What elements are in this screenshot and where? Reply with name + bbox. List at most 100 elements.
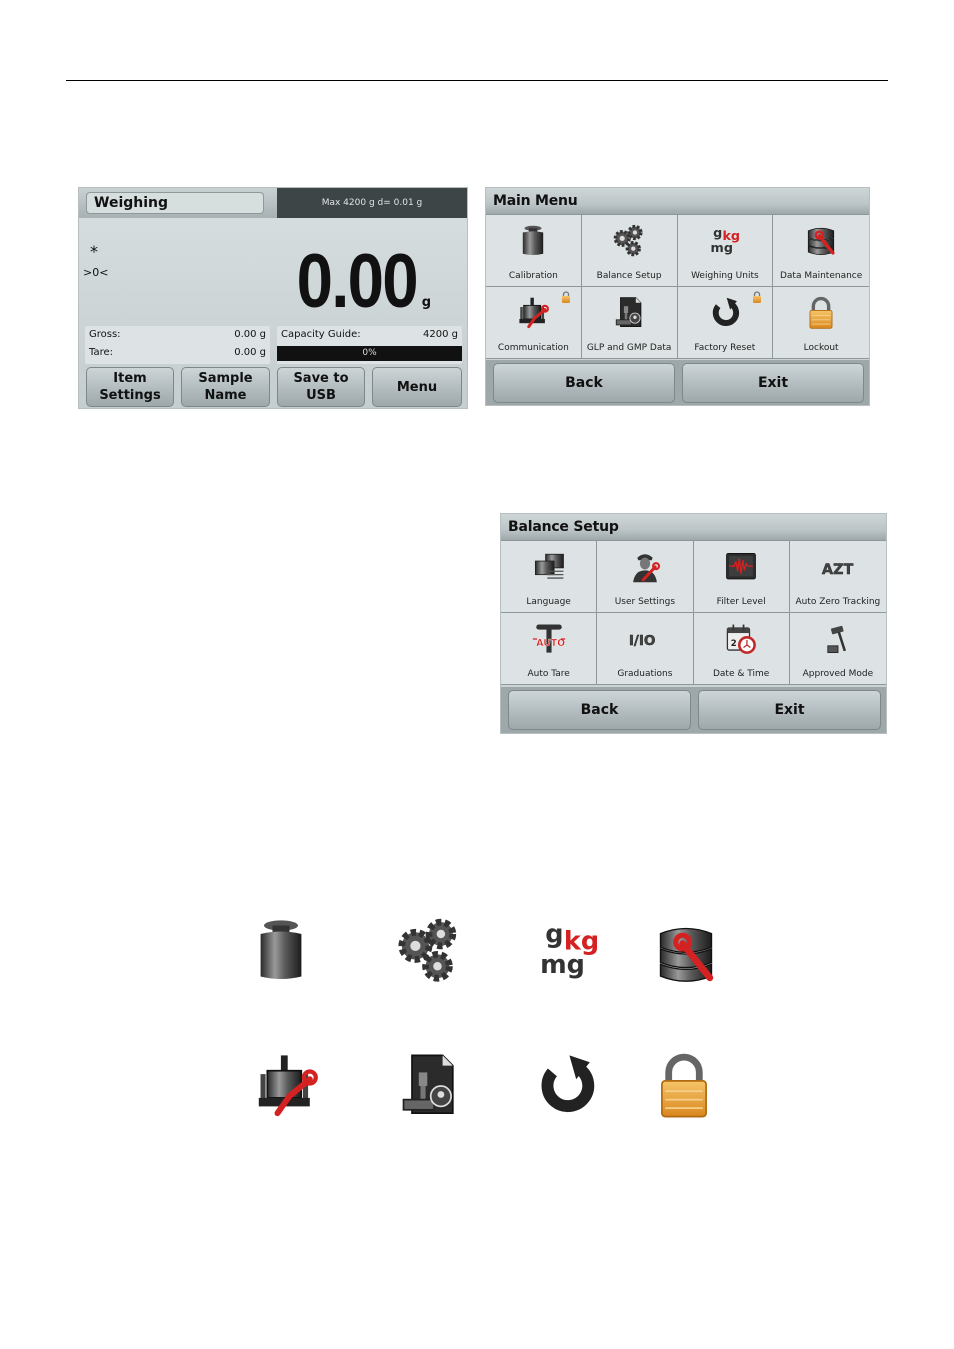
main-menu-grid: Calibration Balance Setup Weighing Units… [486, 215, 869, 359]
capacity-value: 4200 g [423, 329, 458, 340]
sample-name-button[interactable]: Sample Name [181, 367, 270, 407]
gross-value: 0.00 g [234, 329, 266, 340]
database-wrench-icon [650, 918, 722, 990]
setup-item-graduations[interactable]: Graduations [597, 613, 694, 685]
main-menu-screen: Main Menu Calibration Balance Setup Weig… [485, 187, 870, 406]
button-label-line2: USB [306, 388, 336, 403]
graduations-icon [625, 619, 665, 659]
azt-icon [818, 547, 858, 587]
button-label-line2: Name [204, 388, 247, 403]
setup-item-date-time[interactable]: Date & Time [693, 613, 790, 685]
menu-item-lockout[interactable]: Lockout [773, 287, 869, 359]
weighing-button-row: Item Settings Sample Name Save to USB Menu [79, 364, 467, 408]
button-label-line1: Save to [293, 371, 349, 386]
setup-item-label: Date & Time [712, 669, 770, 679]
setup-item-label: Auto Tare [527, 669, 570, 679]
main-menu-title: Main Menu [493, 193, 578, 209]
weighing-home-screen: Weighing Max 4200 g d= 0.01 g * >0< 0.00… [78, 187, 468, 409]
button-label-line1: Sample [198, 371, 253, 386]
capacity-info-bar: Max 4200 g d= 0.01 g [277, 188, 467, 218]
balance-setup-grid: Language User Settings Filter Level Auto… [501, 541, 886, 685]
balance-setup-title: Balance Setup [508, 519, 619, 535]
exit-button[interactable]: Exit [682, 363, 864, 403]
locked-indicator-icon [561, 291, 571, 303]
tare-value: 0.00 g [234, 347, 266, 358]
menu-item-label: Factory Reset [694, 343, 756, 353]
reset-arrow-icon [530, 1050, 602, 1122]
center-zero-indicator: >0< [83, 266, 109, 279]
weight-reading: 0.00 [296, 239, 419, 324]
padlock-icon [648, 1050, 720, 1122]
menu-item-factory-reset[interactable]: Factory Reset [677, 287, 774, 359]
button-label-line1: Item [113, 371, 147, 386]
menu-item-label: Calibration [508, 271, 558, 281]
setup-item-user-settings[interactable]: User Settings [597, 541, 694, 613]
database-wrench-icon [801, 221, 841, 261]
gears-icon [609, 221, 649, 261]
locked-indicator-icon [752, 291, 762, 303]
button-label-line2: Settings [99, 388, 161, 403]
application-title[interactable]: Weighing [86, 192, 264, 214]
weight-unit[interactable]: g [422, 295, 431, 310]
back-button[interactable]: Back [493, 363, 675, 403]
menu-item-balance-setup[interactable]: Balance Setup [581, 215, 678, 287]
menu-item-label: Communication [497, 343, 569, 353]
setup-item-filter-level[interactable]: Filter Level [693, 541, 790, 613]
back-button[interactable]: Back [508, 690, 691, 730]
capacity-percent: 0% [362, 348, 377, 358]
gross-label: Gross: [89, 329, 121, 340]
document-stamp-icon [393, 1050, 465, 1122]
capacity-guide-panel: Capacity Guide: 4200 g 0% [277, 326, 462, 364]
calendar-clock-icon [721, 619, 761, 659]
setup-item-label: Approved Mode [802, 669, 874, 679]
main-menu-title-bar: Main Menu [486, 188, 869, 215]
stable-indicator: * [90, 242, 98, 261]
page-header-rule [66, 80, 888, 81]
setup-item-label: User Settings [614, 597, 676, 607]
balance-setup-title-bar: Balance Setup [501, 514, 886, 541]
menu-item-glp-gmp-data[interactable]: GLP and GMP Data [581, 287, 678, 359]
save-to-usb-button[interactable]: Save to USB [277, 367, 365, 407]
setup-item-auto-zero-tracking[interactable]: Auto Zero Tracking [789, 541, 886, 613]
setup-item-language[interactable]: Language [501, 541, 598, 613]
document-stamp-icon [609, 293, 649, 333]
balance-setup-button-row: Back Exit [501, 687, 886, 733]
setup-item-approved-mode[interactable]: Approved Mode [789, 613, 886, 685]
balance-setup-screen: Balance Setup Language User Settings Fil… [500, 513, 887, 734]
menu-item-label: Weighing Units [691, 271, 759, 281]
gavel-icon [818, 619, 858, 659]
gross-tare-panel: Gross: 0.00 g Tare: 0.00 g [85, 326, 270, 364]
calibration-weight-icon [513, 221, 553, 261]
user-wrench-icon [625, 547, 665, 587]
button-label: Menu [396, 379, 438, 395]
reset-arrow-icon [705, 293, 745, 333]
menu-item-weighing-units[interactable]: Weighing Units [677, 215, 774, 287]
capacity-label: Capacity Guide: [281, 329, 361, 340]
connector-wrench-icon [513, 293, 553, 333]
menu-item-label: GLP and GMP Data [586, 343, 672, 353]
tare-label: Tare: [89, 347, 113, 358]
capacity-progress-bar: 0% [277, 346, 462, 361]
menu-item-communication[interactable]: Communication [486, 287, 582, 359]
menu-item-label: Lockout [803, 343, 839, 353]
units-icon [705, 221, 745, 261]
setup-item-auto-tare[interactable]: Auto Tare [501, 613, 598, 685]
setup-item-label: Auto Zero Tracking [795, 597, 881, 607]
gears-icon [393, 915, 465, 987]
padlock-icon [801, 293, 841, 333]
language-icon [529, 547, 569, 587]
setup-item-label: Graduations [617, 669, 673, 679]
menu-item-calibration[interactable]: Calibration [486, 215, 582, 287]
exit-button[interactable]: Exit [698, 690, 881, 730]
setup-item-label: Language [526, 597, 571, 607]
menu-button[interactable]: Menu [372, 367, 462, 407]
units-icon [533, 915, 605, 987]
menu-item-data-maintenance[interactable]: Data Maintenance [773, 215, 869, 287]
main-menu-button-row: Back Exit [486, 360, 869, 405]
auto-tare-icon [529, 619, 569, 659]
menu-item-label: Data Maintenance [779, 271, 863, 281]
item-settings-button[interactable]: Item Settings [86, 367, 174, 407]
filter-wave-icon [721, 547, 761, 587]
calibration-weight-icon [245, 915, 317, 987]
menu-item-label: Balance Setup [596, 271, 662, 281]
